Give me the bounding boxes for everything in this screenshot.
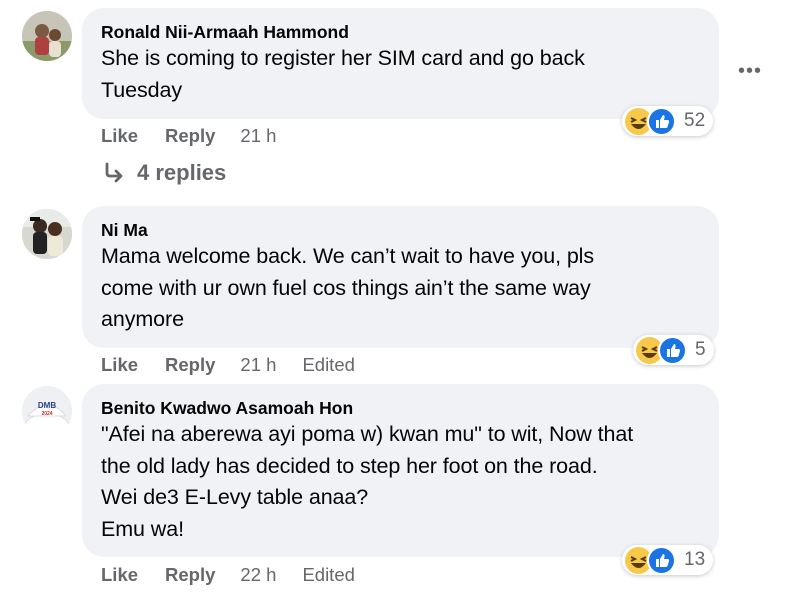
- reaction-count: 52: [684, 110, 706, 131]
- comment-text: "Afei na aberewa ayi poma w) kwan mu" to…: [101, 422, 634, 541]
- reply-link[interactable]: Reply: [165, 125, 215, 147]
- edited-label[interactable]: Edited: [302, 564, 354, 586]
- reply-arrow-icon: [103, 162, 125, 184]
- timestamp[interactable]: 21 h: [240, 125, 276, 147]
- comment-author[interactable]: Ni Ma: [101, 219, 701, 241]
- avatar[interactable]: DMB 2024: [22, 386, 72, 436]
- reaction-count: 5: [695, 339, 706, 360]
- comment-bubble: Ronald Nii-Armaah Hammond She is coming …: [82, 8, 719, 119]
- comment-bubble: Ni Ma Mama welcome back. We can’t wait t…: [82, 206, 719, 348]
- replies-count: 4 replies: [137, 160, 227, 185]
- view-replies-link[interactable]: 4 replies: [103, 160, 226, 186]
- comment-text: She is coming to register her SIM card a…: [101, 46, 585, 102]
- like-link[interactable]: Like: [101, 564, 138, 586]
- like-icon: [647, 545, 676, 575]
- reaction-summary[interactable]: 13: [622, 545, 714, 575]
- reaction-summary[interactable]: 52: [622, 106, 714, 136]
- like-link[interactable]: Like: [101, 125, 138, 147]
- reply-link[interactable]: Reply: [165, 354, 215, 376]
- comment-actions: Like Reply 21 h Edited: [101, 354, 355, 376]
- like-icon: [658, 335, 687, 365]
- comment-actions: Like Reply 21 h: [101, 125, 276, 147]
- avatar[interactable]: [22, 209, 72, 259]
- comment-author[interactable]: Benito Kwadwo Asamoah Hon: [101, 397, 701, 419]
- comment-actions: Like Reply 22 h Edited: [101, 564, 355, 586]
- like-link[interactable]: Like: [101, 354, 138, 376]
- timestamp[interactable]: 21 h: [240, 354, 276, 376]
- comment-author[interactable]: Ronald Nii-Armaah Hammond: [101, 21, 701, 43]
- like-icon: [647, 106, 676, 136]
- avatar[interactable]: [22, 11, 72, 61]
- comment-bubble: Benito Kwadwo Asamoah Hon "Afei na abere…: [82, 384, 719, 557]
- reaction-count: 13: [684, 549, 706, 570]
- avatar-logo-text: DMB: [38, 401, 56, 410]
- timestamp[interactable]: 22 h: [240, 564, 276, 586]
- reply-link[interactable]: Reply: [165, 564, 215, 586]
- reaction-summary[interactable]: 5: [633, 335, 714, 365]
- avatar-logo-year: 2024: [41, 411, 52, 417]
- more-options-icon[interactable]: •••: [738, 60, 762, 83]
- comment-text: Mama welcome back. We can’t wait to have…: [101, 244, 595, 331]
- edited-label[interactable]: Edited: [302, 354, 354, 376]
